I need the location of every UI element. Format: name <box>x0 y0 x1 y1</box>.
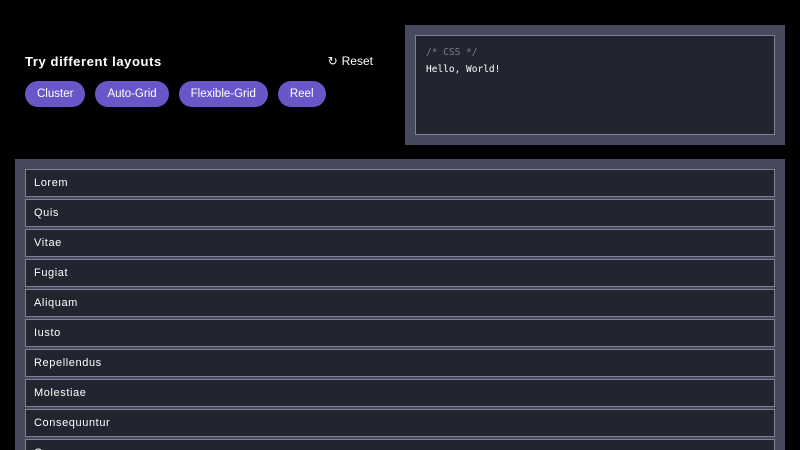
list-item: Consequuntur <box>25 409 775 437</box>
list-item: Quis <box>25 199 775 227</box>
list-item: Iusto <box>25 319 775 347</box>
code-panel: /* CSS */ Hello, World! <box>405 25 785 145</box>
reset-label: Reset <box>341 54 373 68</box>
reset-button[interactable]: ↻ Reset <box>328 54 373 68</box>
list-item: Aliquam <box>25 289 775 317</box>
flexible-grid-layout-button[interactable]: Flexible-Grid <box>178 81 268 107</box>
code-content: Hello, World! <box>426 64 501 75</box>
cluster-layout-button[interactable]: Cluster <box>25 81 86 107</box>
layout-button-group: Cluster Auto-Grid Flexible-Grid Reel <box>25 81 385 107</box>
layout-playground: Try different layouts ↻ Reset Cluster Au… <box>0 0 800 450</box>
preview-list: Lorem Quis Vitae Fugiat Aliquam Iusto Re… <box>25 169 775 450</box>
refresh-icon: ↻ <box>327 54 338 68</box>
controls-header: Try different layouts ↻ Reset <box>25 48 385 74</box>
list-item: Quam <box>25 439 775 450</box>
list-item: Molestiae <box>25 379 775 407</box>
list-item: Fugiat <box>25 259 775 287</box>
list-item: Lorem <box>25 169 775 197</box>
auto-grid-layout-button[interactable]: Auto-Grid <box>95 81 169 107</box>
controls-title: Try different layouts <box>25 53 162 69</box>
reel-layout-button[interactable]: Reel <box>277 81 326 107</box>
list-item: Vitae <box>25 229 775 257</box>
preview-panel: Lorem Quis Vitae Fugiat Aliquam Iusto Re… <box>15 159 785 450</box>
css-code-editor[interactable]: /* CSS */ Hello, World! <box>415 35 775 135</box>
list-item: Repellendus <box>25 349 775 377</box>
layout-controls: Try different layouts ↻ Reset Cluster Au… <box>25 48 385 107</box>
code-comment: /* CSS */ <box>426 47 478 58</box>
